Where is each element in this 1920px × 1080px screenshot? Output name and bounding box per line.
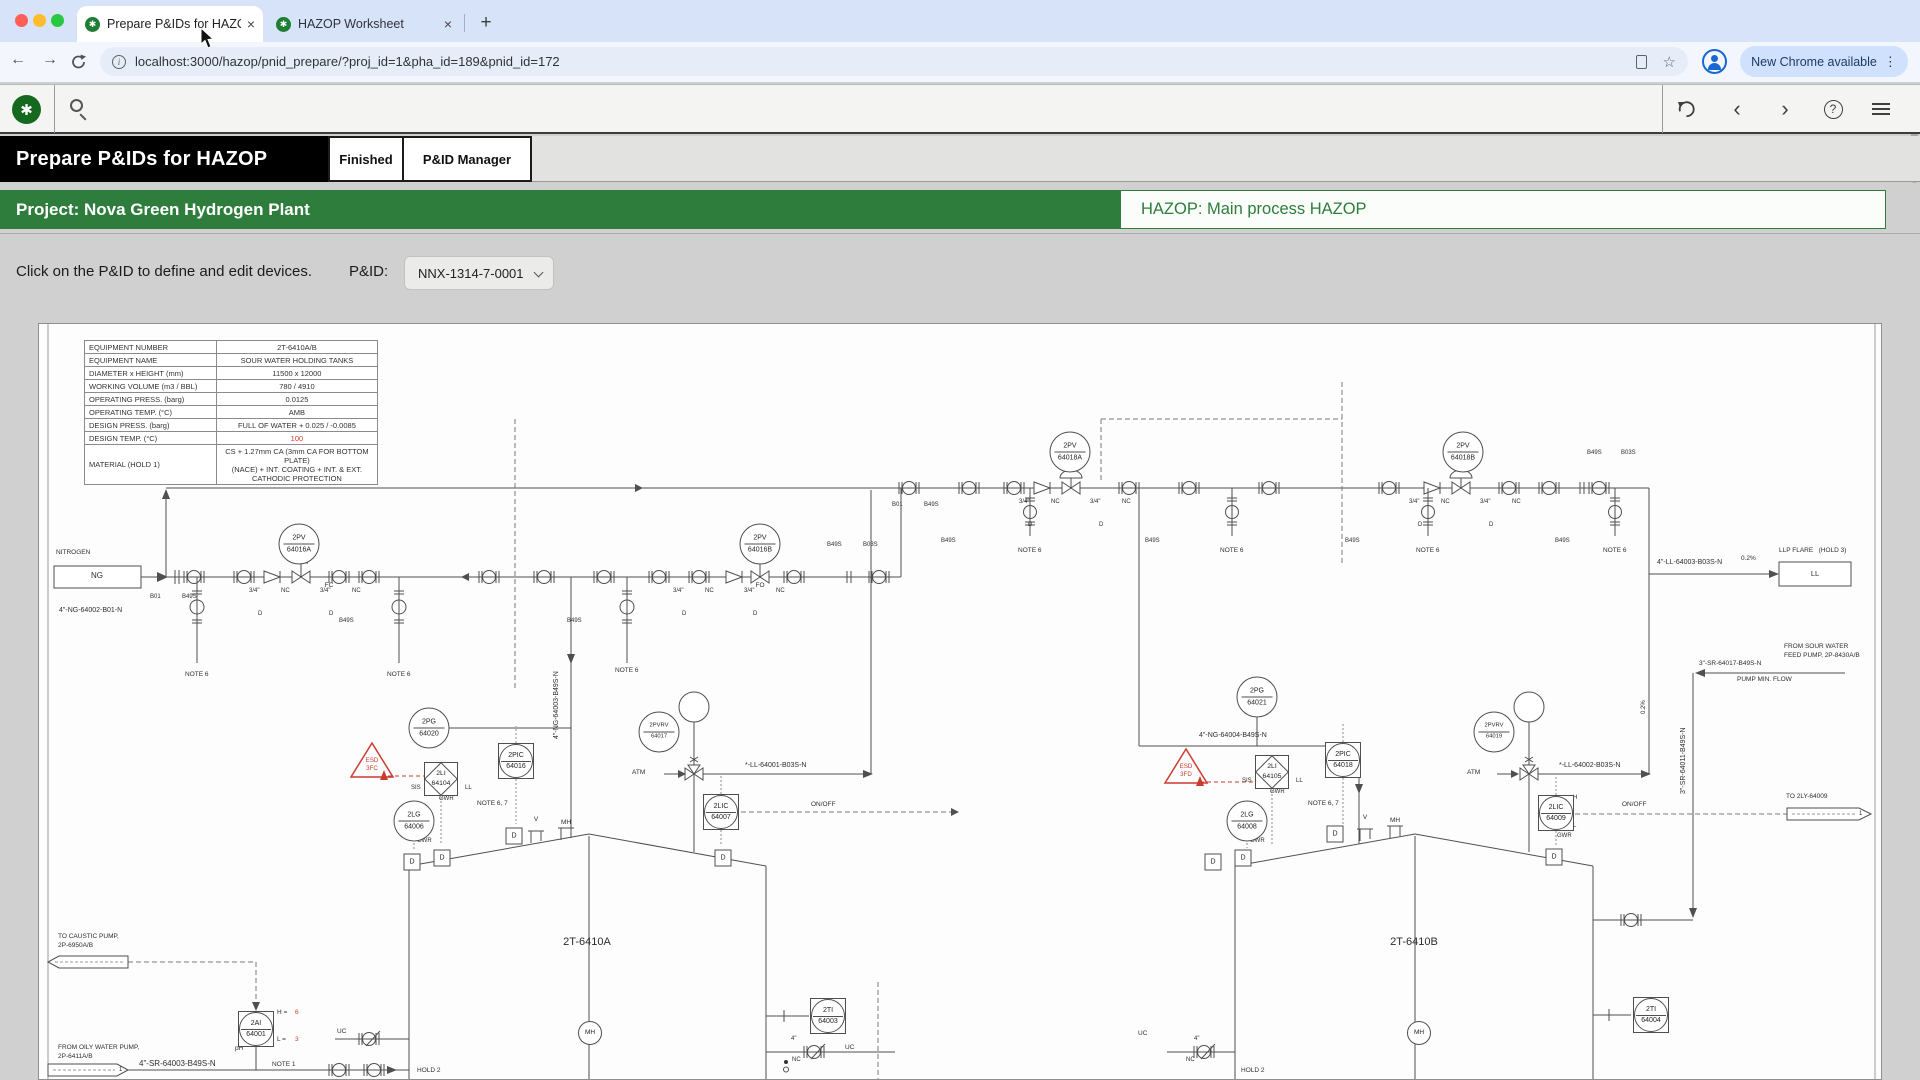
hazop-label: HAZOP: Main process HAZOP — [1120, 190, 1886, 229]
instrument-D[interactable]: D — [1234, 849, 1252, 867]
site-info-icon[interactable]: i — [112, 54, 126, 69]
instrument-D[interactable]: D — [433, 849, 451, 867]
window-close-button[interactable] — [15, 13, 28, 27]
equipment-table-row: EQUIPMENT NAME SOUR WATER HOLDING TANKS — [84, 353, 379, 367]
chrome-update-button[interactable]: New Chrome available ⋮ — [1740, 46, 1908, 77]
pid-manager-button[interactable]: P&ID Manager — [402, 136, 532, 182]
nav-back-button[interactable]: ‹ — [1722, 95, 1752, 123]
instrument-2PG-64020[interactable]: 2PG 64020 — [408, 707, 450, 749]
mouse-cursor — [200, 28, 215, 49]
instrument-2PVRV-64017[interactable]: 2PVRV 64017 — [638, 711, 680, 753]
instrument-2LIC-64007[interactable]: 2LIC 64007 — [703, 794, 739, 830]
tab-favicon-icon: ✱ — [276, 16, 291, 32]
menu-button[interactable] — [1866, 95, 1896, 123]
instrument-2LG-64008[interactable]: 2LG 64008 — [1226, 800, 1268, 842]
equipment-table-row: DESIGN PRESS. (barg) FULL OF WATER + 0.02… — [84, 418, 379, 432]
instrument-2PV-64018A[interactable]: 2PV 64018A — [1049, 431, 1091, 473]
instrument-2PIC-64016[interactable]: 2PIC 64016 — [498, 743, 534, 779]
instrument-2PVRV-64019[interactable]: 2PVRV 64019 — [1473, 711, 1515, 753]
equipment-table-row: WORKING VOLUME (m3 / BBL) 780 / 4910 — [84, 379, 379, 393]
instrument-D[interactable]: D — [403, 853, 421, 871]
equipment-table: EQUIPMENT NUMBER 2T-6410A/B EQUIPMENT NAME… — [84, 340, 379, 485]
app-logo-icon[interactable]: ✱ — [12, 95, 41, 124]
instrument-ESD-3FD[interactable]: ESD 3FD — [1162, 746, 1210, 786]
instrument-2LI-64104[interactable]: 2LI 64104 — [424, 762, 458, 796]
chevron-down-icon — [533, 267, 544, 278]
reading-mode-icon[interactable] — [1635, 54, 1647, 69]
browser-window: ✱ Prepare P&IDs for HAZOP × ✱ HAZOP Work… — [0, 0, 1920, 1080]
equipment-table-row: OPERATING TEMP. (°C) AMB — [84, 405, 379, 419]
instrument-D[interactable]: D — [1545, 848, 1563, 866]
tab-strip: ✱ Prepare P&IDs for HAZOP × ✱ HAZOP Work… — [0, 0, 1920, 42]
help-button[interactable]: ? — [1818, 95, 1848, 123]
forward-icon[interactable]: → — [42, 51, 58, 69]
instruction-text: Click on the P&ID to define and edit dev… — [16, 263, 313, 280]
tab-title: HAZOP Worksheet — [298, 17, 404, 31]
instrument-D[interactable]: D — [1204, 853, 1222, 871]
instrument-2PG-64021[interactable]: 2PG 64021 — [1236, 676, 1278, 718]
instrument-2PV-64016B[interactable]: 2PV 64016B — [739, 523, 781, 565]
equipment-table-row: DESIGN TEMP. (°C) 100 — [84, 431, 379, 445]
url-text: localhost:3000/hazop/pnid_prepare/?proj_… — [135, 54, 560, 69]
more-menu-icon[interactable]: ⋮ — [1884, 54, 1897, 70]
instrument-2LIC-64009[interactable]: 2LIC 64009 — [1538, 795, 1574, 831]
toolbar-divider — [1662, 85, 1663, 133]
tab-divider — [464, 14, 465, 32]
equipment-table-row: MATERIAL (HOLD 1) CS + 1.27mm CA (3mm CA … — [84, 444, 379, 485]
new-tab-button[interactable]: + — [472, 9, 500, 37]
instrument-2AI-64001[interactable]: 2AI 64001 — [238, 1011, 274, 1047]
instrument-2LI-64105[interactable]: 2LI 64105 — [1255, 755, 1289, 789]
tab-close-icon[interactable]: × — [247, 16, 255, 32]
address-bar[interactable]: i localhost:3000/hazop/pnid_prepare/?pro… — [100, 47, 1688, 76]
instrument-2PV-64018B[interactable]: 2PV 64018B — [1442, 431, 1484, 473]
pnid-select-value: NNX-1314-7-0001 — [418, 265, 524, 281]
back-icon[interactable]: ← — [10, 51, 26, 69]
bookmark-star-icon[interactable]: ☆ — [1663, 53, 1676, 71]
instrument-MH[interactable]: MH — [1407, 1021, 1431, 1045]
tab-prepare-pids[interactable]: ✱ Prepare P&IDs for HAZOP × — [77, 6, 263, 42]
window-minimize-button[interactable] — [33, 13, 46, 27]
page-title: Prepare P&IDs for HAZOP — [0, 136, 328, 182]
instrument-ESD-3FC[interactable]: ESD 3FC — [348, 740, 396, 780]
tab-title: Prepare P&IDs for HAZOP — [107, 17, 241, 31]
project-bar: Project: Nova Green Hydrogen Plant — [0, 190, 1120, 229]
app-logo-cell: ✱ — [0, 85, 55, 133]
undo-button[interactable] — [1672, 95, 1702, 123]
tab-favicon-icon: ✱ — [85, 16, 100, 32]
instrument-2LG-64006[interactable]: 2LG 64006 — [393, 800, 435, 842]
app-toolbar: ✱ ‹ › ? — [0, 84, 1920, 134]
instrument-D[interactable]: D — [714, 849, 732, 867]
reload-icon[interactable] — [70, 53, 88, 71]
profile-avatar[interactable] — [1702, 49, 1727, 74]
finished-button[interactable]: Finished — [328, 136, 404, 182]
equipment-table-row: EQUIPMENT NUMBER 2T-6410A/B — [84, 340, 379, 354]
search-icon[interactable] — [70, 99, 83, 112]
pid-canvas[interactable]: EQUIPMENT NUMBER 2T-6410A/B EQUIPMENT NAME… — [38, 323, 1882, 1080]
instrument-2PIC-64018[interactable]: 2PIC 64018 — [1325, 742, 1361, 778]
pnid-label: P&ID: — [349, 263, 389, 280]
instrument-2TI-64004[interactable]: 2TI 64004 — [1633, 997, 1669, 1033]
tab-hazop-worksheet[interactable]: ✱ HAZOP Worksheet × — [268, 6, 460, 42]
window-zoom-button[interactable] — [51, 13, 64, 27]
nav-forward-button[interactable]: › — [1770, 95, 1800, 123]
pnid-select[interactable]: NNX-1314-7-0001 — [404, 256, 554, 290]
divider — [0, 233, 1920, 234]
equipment-table-row: DIAMETER x HEIGHT (mm) 11500 x 12000 — [84, 366, 379, 380]
tab-close-icon[interactable]: × — [444, 16, 452, 32]
instrument-2TI-64003[interactable]: 2TI 64003 — [810, 998, 846, 1034]
instrument-D[interactable]: D — [1326, 825, 1344, 843]
instrument-D[interactable]: D — [505, 827, 523, 845]
instrument-2PV-64016A[interactable]: 2PV 64016A — [278, 523, 320, 565]
instrument-MH[interactable]: MH — [578, 1021, 602, 1045]
equipment-table-row: OPERATING PRESS. (barg) 0.0125 — [84, 392, 379, 406]
